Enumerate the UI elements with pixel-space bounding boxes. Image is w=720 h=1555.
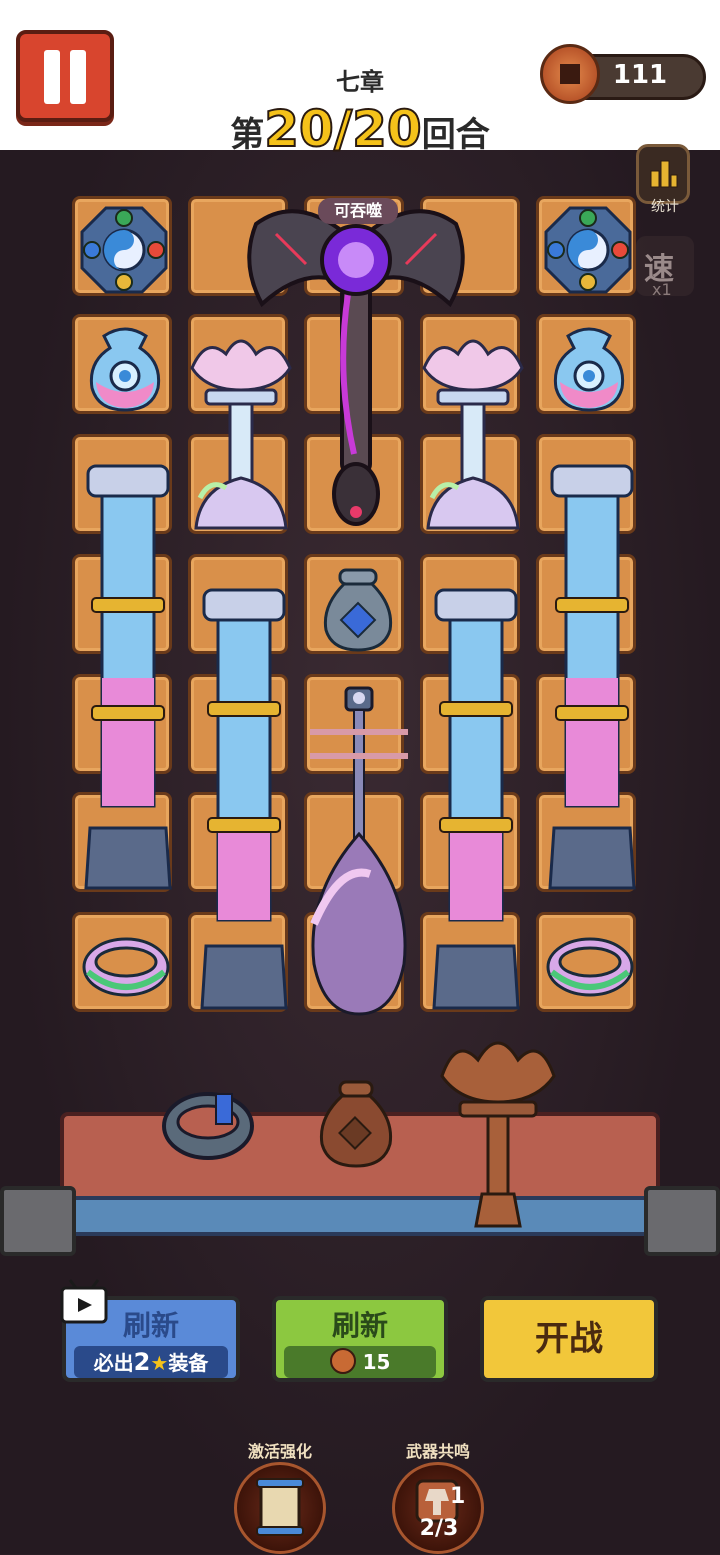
- pause-button[interactable]: [16, 30, 114, 122]
- cloud-pillar-icon[interactable]: [82, 458, 174, 894]
- video-ad-icon: [60, 1279, 108, 1324]
- chapter-title: 七章: [336, 68, 384, 96]
- shop-lotus-lamp-icon[interactable]: [436, 1026, 560, 1230]
- blue-pouch-icon[interactable]: [318, 566, 398, 654]
- counter-corner-left: [0, 1186, 76, 1256]
- refresh-ad-subtitle: 必出2★装备: [74, 1346, 228, 1378]
- shop-counter-front: [10, 1196, 710, 1236]
- dark-axe-icon[interactable]: [236, 194, 476, 530]
- star-icon: ★: [150, 1351, 169, 1375]
- battle-label: 开战: [535, 1319, 603, 1359]
- cloud-pillar-icon[interactable]: [546, 458, 638, 894]
- resonance-label: 武器共鸣: [405, 1442, 470, 1461]
- battle-button[interactable]: 开战: [480, 1296, 658, 1382]
- activate-label: 激活强化: [247, 1442, 312, 1461]
- devour-tag: 可吞噬: [318, 198, 398, 224]
- coin-amount: 111: [612, 60, 668, 90]
- shop-pouch-icon[interactable]: [314, 1078, 398, 1170]
- spirit-pouch-icon[interactable]: [82, 322, 168, 414]
- refresh-coin-title: 刷新: [331, 1309, 388, 1342]
- refresh-coin-cost: 15: [284, 1346, 436, 1378]
- round-total: 20: [351, 99, 423, 159]
- stats-label: 统计: [651, 199, 679, 215]
- resonance-count: 1: [450, 1484, 466, 1509]
- counter-corner-right: [644, 1186, 720, 1256]
- stats-button[interactable]: [636, 144, 690, 204]
- activate-enhance-button[interactable]: [234, 1462, 326, 1554]
- pause-icon: [44, 50, 60, 104]
- jade-ring-icon[interactable]: [544, 932, 636, 1002]
- refresh-coin-button[interactable]: 刷新 15: [272, 1296, 448, 1382]
- coin-icon: [540, 44, 600, 104]
- taiji-badge-icon[interactable]: [542, 204, 634, 296]
- resonance-progress: 2/3: [419, 1516, 459, 1541]
- round-current: 20: [263, 99, 335, 159]
- spirit-pouch-icon[interactable]: [546, 322, 632, 414]
- shop-iron-ring-icon[interactable]: [160, 1086, 256, 1166]
- chart-icon: [650, 160, 678, 188]
- speed-multiplier: x1: [652, 280, 672, 299]
- scroll-icon: [256, 1478, 304, 1536]
- coin-icon: [329, 1348, 356, 1374]
- pipa-lute-icon[interactable]: [300, 684, 420, 1018]
- cloud-pillar-icon[interactable]: [198, 582, 290, 1012]
- taiji-badge-icon[interactable]: [78, 204, 170, 296]
- round-counter: 第20/20回合: [230, 99, 490, 159]
- jade-ring-icon[interactable]: [80, 932, 172, 1002]
- cloud-pillar-icon[interactable]: [430, 582, 522, 1012]
